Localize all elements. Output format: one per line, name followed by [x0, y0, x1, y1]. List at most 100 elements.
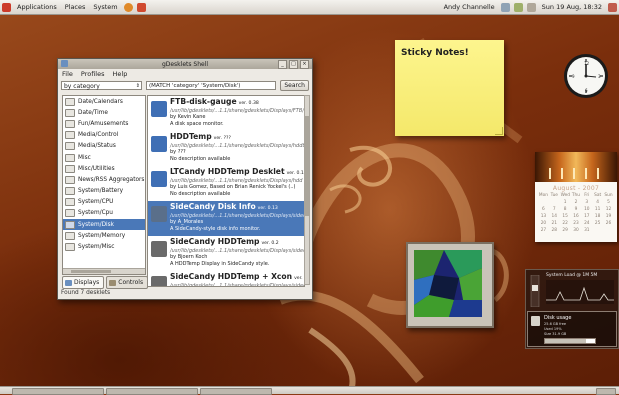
- firefox-icon[interactable]: [123, 2, 133, 12]
- foot-menu-icon[interactable]: [2, 2, 11, 12]
- calendar-day[interactable]: 13: [539, 214, 548, 219]
- desklet-results-list[interactable]: FTB-disk-gauge ver. 0.38/usr/lib/gdesklet…: [147, 95, 305, 287]
- slideshow-desklet[interactable]: [406, 242, 494, 328]
- category-item[interactable]: News/RSS Aggregators: [63, 174, 145, 185]
- taskbar-button[interactable]: [200, 388, 272, 395]
- calendar-day[interactable]: 22: [561, 221, 570, 226]
- category-item[interactable]: Misc/Utilities: [63, 163, 145, 174]
- search-button[interactable]: Search: [280, 80, 309, 91]
- calendar-day[interactable]: 17: [582, 214, 591, 219]
- calendar-day[interactable]: 7: [550, 207, 559, 212]
- calendar-day[interactable]: 9: [571, 207, 580, 212]
- folder-icon: [65, 231, 75, 240]
- calendar-day[interactable]: 21: [550, 221, 559, 226]
- calendar-day[interactable]: 4: [593, 200, 602, 205]
- category-combo[interactable]: by category ⇕: [61, 81, 142, 90]
- analog-clock[interactable]: 12369: [562, 52, 610, 100]
- maximize-button[interactable]: □: [289, 60, 298, 69]
- calendar-day[interactable]: 8: [561, 207, 570, 212]
- category-item[interactable]: Misc: [63, 152, 145, 163]
- results-scrollbar[interactable]: [304, 95, 310, 285]
- sticky-note[interactable]: Sticky Notes!: [395, 40, 504, 136]
- quit-icon[interactable]: [608, 2, 617, 12]
- taskbar-button[interactable]: [106, 388, 198, 395]
- chevron-down-icon: ⇕: [135, 83, 140, 89]
- calendar-day[interactable]: 18: [593, 214, 602, 219]
- desklet-result-item[interactable]: SideCandy HDDTemp + Xconver. 0.1/usr/lib…: [148, 271, 304, 287]
- calendar-day[interactable]: 28: [550, 228, 559, 233]
- calendar-day[interactable]: 16: [571, 214, 580, 219]
- menu-profiles[interactable]: Profiles: [81, 70, 105, 78]
- category-item[interactable]: Fun/Amusements: [63, 118, 145, 129]
- calendar-day[interactable]: 14: [550, 214, 559, 219]
- desklet-result-item[interactable]: HDDTemp ver. ???/usr/lib/gdesklets/...1.1…: [148, 131, 304, 166]
- calendar-desklet[interactable]: August - 2007 Mon Tue Wed Thu Fri Sat Sun 1234…: [535, 152, 617, 242]
- desklet-icon: [151, 136, 167, 152]
- calendar-day[interactable]: 23: [571, 221, 580, 226]
- category-item[interactable]: System/Battery: [63, 186, 145, 197]
- menu-help[interactable]: Help: [113, 70, 128, 78]
- close-button[interactable]: ×: [300, 60, 309, 69]
- update-icon[interactable]: [513, 2, 523, 12]
- calendar-day[interactable]: 6: [539, 207, 548, 212]
- category-item[interactable]: Media/Control: [63, 130, 145, 141]
- calendar-day[interactable]: 1: [561, 200, 570, 205]
- calendar-day[interactable]: 10: [582, 207, 591, 212]
- calendar-day[interactable]: 31: [582, 228, 591, 233]
- workspace-switcher[interactable]: [596, 388, 616, 395]
- search-input[interactable]: (MATCH 'category' 'System/Disk'): [146, 81, 277, 90]
- system-monitor-desklet[interactable]: System Load @ 1M 5M Disk usage 25.6 GB f…: [525, 269, 619, 349]
- network-icon[interactable]: [500, 2, 510, 12]
- category-item[interactable]: System/CPU: [63, 197, 145, 208]
- calendar-day[interactable]: 5: [604, 200, 613, 205]
- tab-controls-label: Controls: [118, 279, 144, 286]
- calendar-day[interactable]: 29: [561, 228, 570, 233]
- calendar-day[interactable]: 11: [593, 207, 602, 212]
- taskbar-button[interactable]: [12, 388, 104, 395]
- category-combo-value: by category: [64, 83, 100, 90]
- desklet-path: /usr/lib/gdesklets/...1.1/share/gdesklet…: [170, 283, 304, 287]
- category-list[interactable]: Date/Calendars Date/Time Fun/Amusements Med…: [62, 95, 146, 275]
- minimize-button[interactable]: _: [278, 60, 287, 69]
- gdesklets-shell-window[interactable]: gDesklets Shell _ □ × File Profiles Help…: [57, 58, 313, 300]
- panel-clock[interactable]: Sun 19 Aug, 18:32: [538, 3, 606, 11]
- category-item[interactable]: Media/Status: [63, 141, 145, 152]
- resize-handle[interactable]: [495, 127, 503, 135]
- calendar-day[interactable]: 27: [539, 228, 548, 233]
- category-item[interactable]: Date/Calendars: [63, 96, 145, 107]
- desklet-icon: [151, 241, 167, 257]
- launcher-icon[interactable]: [136, 2, 146, 12]
- calendar-day[interactable]: 12: [604, 207, 613, 212]
- calendar-day[interactable]: 24: [582, 221, 591, 226]
- calendar-day[interactable]: 20: [539, 221, 548, 226]
- user-name[interactable]: Andy Channelle: [440, 3, 499, 11]
- desklet-result-item[interactable]: SideCandy HDDTemp ver. 0.2/usr/lib/gdeskl…: [148, 236, 304, 271]
- category-item[interactable]: System/Cpu: [63, 208, 145, 219]
- tab-displays[interactable]: Displays: [62, 276, 105, 289]
- volume-icon[interactable]: [526, 2, 536, 12]
- category-item[interactable]: System/Memory: [63, 230, 145, 241]
- folder-icon: [65, 187, 75, 196]
- category-hscrollbar[interactable]: [63, 268, 145, 274]
- desklet-result-item[interactable]: LTCandy HDDTemp Desklet ver. 0.1/usr/lib/…: [148, 166, 304, 201]
- category-item[interactable]: System/Disk: [63, 219, 145, 231]
- menu-applications[interactable]: Applications: [13, 3, 61, 11]
- calendar-day[interactable]: 15: [561, 214, 570, 219]
- desklet-name: FTB-disk-gauge ver. 0.38: [170, 96, 304, 108]
- desklet-result-item[interactable]: FTB-disk-gauge ver. 0.38/usr/lib/gdesklet…: [148, 96, 304, 131]
- window-titlebar[interactable]: gDesklets Shell _ □ ×: [58, 59, 312, 69]
- calendar-day[interactable]: 2: [571, 200, 580, 205]
- sticky-note-title[interactable]: Sticky Notes!: [401, 48, 469, 58]
- calendar-day[interactable]: 25: [593, 221, 602, 226]
- menu-places[interactable]: Places: [61, 3, 90, 11]
- calendar-day[interactable]: 19: [604, 214, 613, 219]
- category-item[interactable]: Date/Time: [63, 107, 145, 118]
- category-item[interactable]: System/Misc: [63, 241, 145, 252]
- calendar-day[interactable]: 30: [571, 228, 580, 233]
- calendar-day[interactable]: 3: [582, 200, 591, 205]
- calendar-day[interactable]: 26: [604, 221, 613, 226]
- menu-system[interactable]: System: [89, 3, 121, 11]
- menu-file[interactable]: File: [62, 70, 73, 78]
- tab-controls[interactable]: Controls: [106, 276, 149, 289]
- desklet-result-item[interactable]: SideCandy Disk Info ver. 0.13/usr/lib/gde…: [148, 201, 304, 236]
